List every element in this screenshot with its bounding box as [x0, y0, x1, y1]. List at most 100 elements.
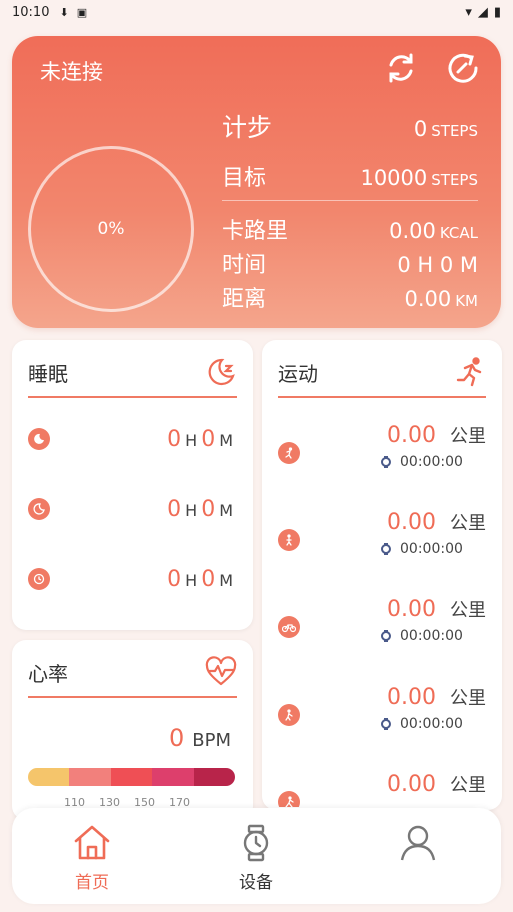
sleep-total-m-unit: M [219, 570, 233, 590]
sport-row: 0.00 公里 00:00:00 [276, 684, 486, 744]
time-value: 0 H 0 M [397, 253, 478, 277]
nav-device[interactable]: 设备 [216, 824, 296, 893]
watch-icon [243, 824, 269, 862]
bpm-display: 0 BPM [169, 724, 235, 752]
sport-distance: 0.00 [387, 685, 436, 710]
sleep-deep-hours: 0 [167, 426, 182, 452]
sleep-card[interactable]: 睡眠 0 H 0 M 0 H 0 M 0 H 0 M [12, 340, 253, 630]
bpm-unit: BPM [192, 730, 231, 751]
distance-row: 距离 0.00 KM [222, 281, 478, 313]
download-icon: ⬇ [59, 5, 69, 19]
sport-distance-unit: 公里 [450, 426, 486, 447]
distance-unit: KM [455, 292, 478, 310]
sleep-light-hours: 0 [167, 496, 182, 522]
status-time: 10:10 [12, 4, 50, 20]
goal-label: 目标 [222, 166, 267, 191]
calories-label: 卡路里 [222, 219, 289, 244]
nav-home-label: 首页 [75, 873, 109, 893]
sport-distance-unit: 公里 [450, 775, 486, 796]
user-icon [400, 825, 436, 861]
goal-value: 10000 [360, 166, 428, 190]
time-row: 时间 0 H 0 M [222, 247, 478, 279]
heart-rate-card[interactable]: 心率 0 BPM 110 130 150 170 [12, 640, 253, 820]
walk-icon [278, 529, 300, 551]
steps-unit: STEPS [431, 122, 478, 140]
watch-icon [381, 630, 391, 642]
progress-ring: 0% [28, 146, 194, 312]
sport-distance: 0.00 [387, 510, 436, 535]
bike-icon [278, 616, 300, 638]
sport-row: 0.00 公里 [276, 771, 486, 807]
heart-rate-title: 心率 [28, 662, 68, 686]
sport-distance: 0.00 [387, 423, 436, 448]
sleep-row-light: 0 H 0 M [28, 494, 237, 524]
sport-distance-unit: 公里 [450, 513, 486, 534]
sport-duration: 00:00:00 [400, 541, 463, 557]
sync-button[interactable] [383, 50, 419, 86]
bottom-nav: 首页 设备 [12, 808, 501, 904]
time-label: 时间 [222, 253, 267, 278]
calories-value: 0.00 [389, 219, 436, 243]
watch-icon [381, 543, 391, 555]
sport-duration: 00:00:00 [400, 454, 463, 470]
sport-distance: 0.00 [387, 772, 436, 797]
refresh-button[interactable] [445, 50, 481, 86]
progress-percent: 0% [97, 219, 125, 239]
steps-row: 计步 0 STEPS [222, 108, 478, 144]
running-icon [456, 357, 482, 387]
distance-value: 0.00 [404, 287, 452, 311]
zone-5 [193, 768, 235, 786]
sport-distance: 0.00 [387, 597, 436, 622]
sleep-light-m-unit: M [219, 500, 233, 520]
notification-icon: ▣ [76, 5, 88, 19]
sleep-deep-m-unit: M [219, 430, 233, 450]
sport-distance-unit: 公里 [450, 688, 486, 709]
nav-home[interactable]: 首页 [52, 824, 132, 893]
sync-icon [389, 53, 413, 83]
sleep-row-total: 0 H 0 M [28, 564, 237, 594]
sleep-deep-minutes: 0 [201, 426, 216, 452]
watch-icon [381, 456, 391, 468]
zone-2 [69, 768, 111, 786]
sport-header: 运动 [278, 357, 486, 398]
status-bar: 10:10 ⬇ ▣ ▾ ◢ ▮ [0, 0, 513, 24]
sport-duration: 00:00:00 [400, 628, 463, 644]
hike-icon [278, 704, 300, 726]
bpm-value: 0 [168, 724, 185, 752]
sport-row: 0.00 公里 00:00:00 [276, 509, 486, 569]
connection-status: 未连接 [40, 60, 103, 84]
zone-4 [152, 768, 194, 786]
sleep-row-deep: 0 H 0 M [28, 424, 237, 454]
summary-card: 未连接 0% 计步 0 STEPS 目标 10000 STEPS 卡路里 0.0… [12, 36, 501, 328]
steps-value: 0 [413, 117, 428, 141]
steps-label: 计步 [222, 113, 273, 142]
goal-row: 目标 10000 STEPS [222, 160, 478, 192]
sleep-light-minutes: 0 [201, 496, 216, 522]
clock-icon [28, 568, 50, 590]
distance-label: 距离 [222, 287, 267, 312]
climb-icon [278, 791, 300, 807]
sleep-title: 睡眠 [28, 362, 68, 386]
sport-duration: 00:00:00 [400, 716, 463, 732]
sleep-total-h-unit: H [185, 570, 198, 590]
sport-distance-unit: 公里 [450, 600, 486, 621]
sport-row: 0.00 公里 00:00:00 [276, 596, 486, 656]
sleep-header: 睡眠 [28, 358, 237, 398]
refresh-icon [448, 53, 478, 83]
sleep-moon-icon [208, 358, 235, 386]
sport-row: 0.00 公里 00:00:00 [276, 422, 486, 482]
moon-icon [28, 428, 50, 450]
sport-title: 运动 [278, 362, 318, 386]
sleep-light-h-unit: H [185, 500, 198, 520]
moon-icon [28, 498, 50, 520]
calories-unit: KCAL [439, 224, 478, 242]
zone-3 [110, 768, 153, 786]
wifi-icon: ▾ [465, 4, 472, 20]
goal-unit: STEPS [431, 171, 478, 189]
sport-card[interactable]: 运动 0.00 公里 00:00:00 0.00 公里 00:00:00 0.00 公… [262, 340, 502, 810]
heart-rate-zone-bar [28, 768, 235, 786]
nav-profile[interactable] [378, 824, 458, 862]
sleep-total-hours: 0 [167, 566, 182, 592]
sleep-deep-h-unit: H [185, 430, 198, 450]
home-icon [74, 825, 110, 860]
